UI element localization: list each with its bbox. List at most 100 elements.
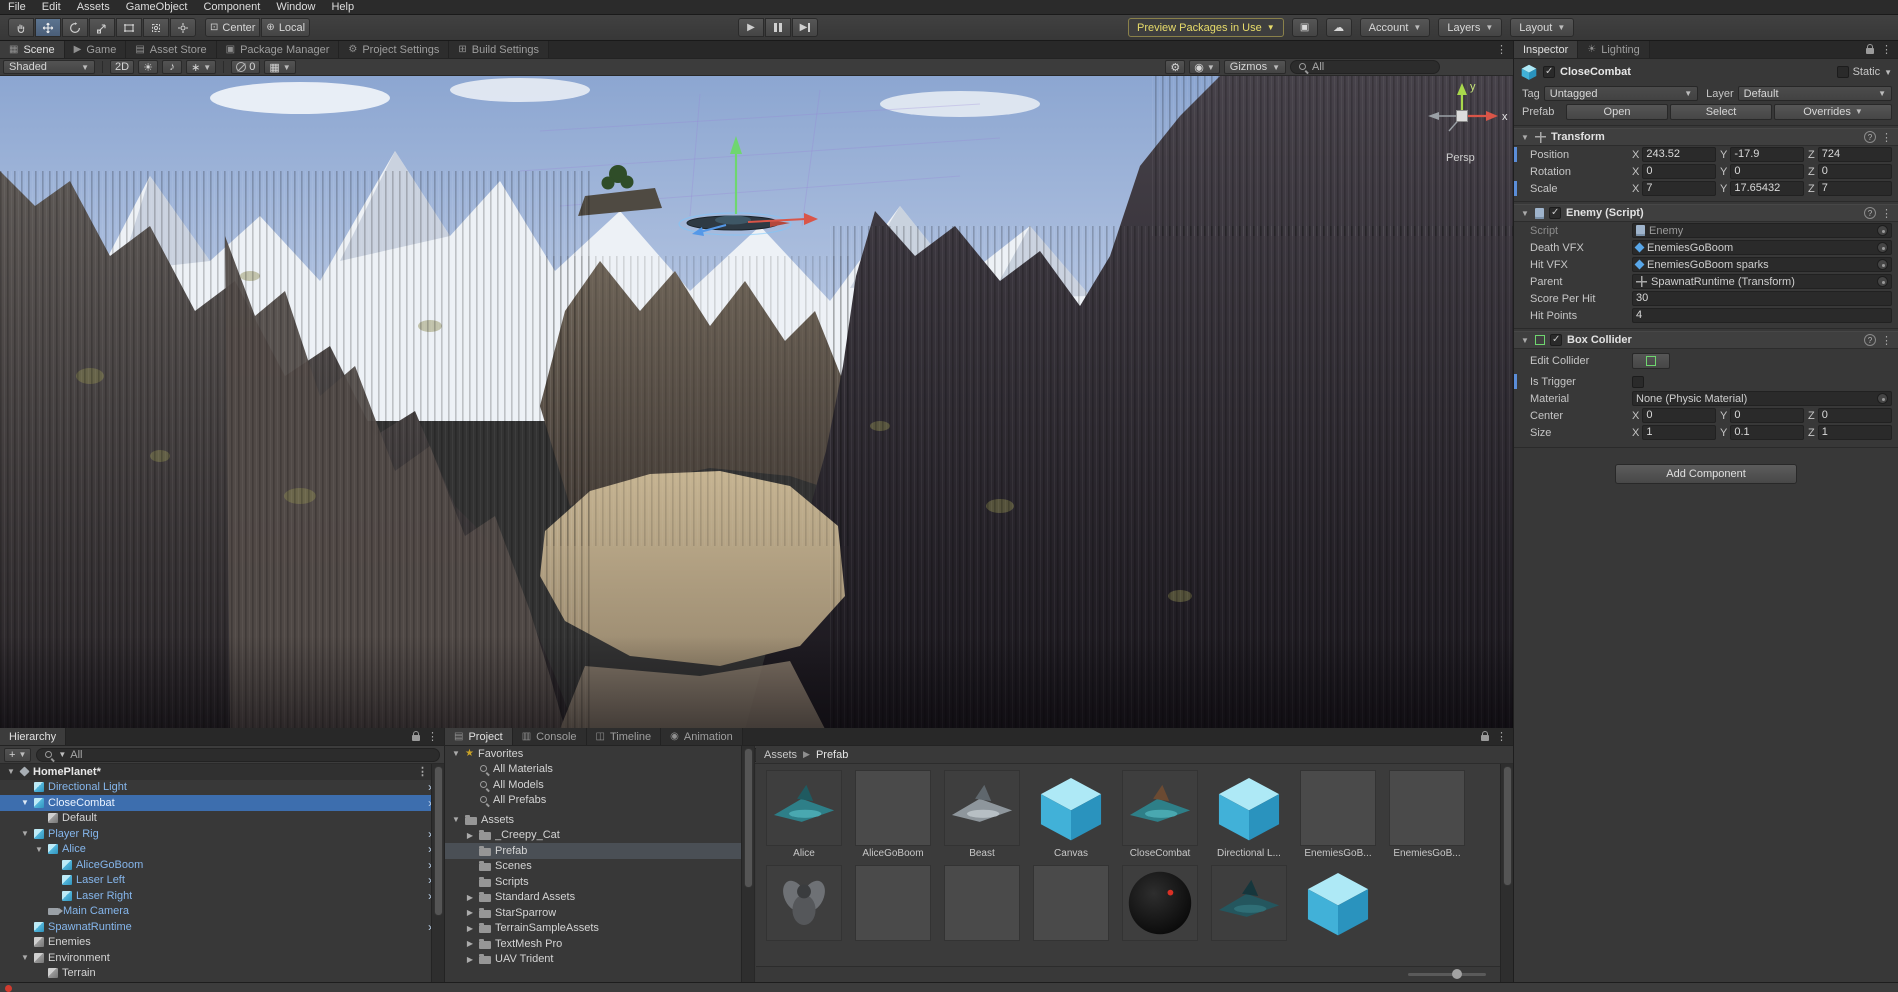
object-picker-icon[interactable] [1877,225,1888,236]
gizmos-dropdown[interactable]: Gizmos ▼ [1224,60,1286,74]
transform-component-header[interactable]: ▼ Transform ? ⋮ [1514,128,1898,146]
folder-prefab[interactable]: Prefab [445,843,754,859]
tab-game[interactable]: ▶Game [65,41,127,58]
lock-icon[interactable] [412,735,420,741]
tab-lighting[interactable]: ☀Lighting [1578,41,1650,58]
object-picker-icon[interactable] [1877,242,1888,253]
size-y-field[interactable]: 0.1 [1730,425,1804,440]
object-picker-icon[interactable] [1877,276,1888,287]
center-z-field[interactable]: 0 [1818,408,1892,423]
asset-tile[interactable] [1300,865,1376,941]
menu-window[interactable]: Window [268,1,323,13]
position-z-field[interactable]: 724 [1818,147,1892,162]
component-enabled-checkbox[interactable] [1550,334,1562,346]
folder-uav-trident[interactable]: ▶ UAV Trident [445,952,754,968]
expand-arrow-icon[interactable]: ▼ [20,798,30,807]
folder-creepy-cat[interactable]: ▶ _Creepy_Cat [445,828,754,844]
object-picker-icon[interactable] [1877,259,1888,270]
death-vfx-object-field[interactable]: EnemiesGoBoom [1632,240,1892,255]
preview-packages-button[interactable]: Preview Packages in Use ▼ [1128,18,1284,37]
script-object-field[interactable]: Enemy [1632,223,1892,238]
asset-canvas[interactable]: Canvas [1033,770,1109,859]
add-component-button[interactable]: Add Component [1615,464,1797,484]
hit-vfx-object-field[interactable]: EnemiesGoBoom sparks [1632,257,1892,272]
hand-tool-button[interactable] [8,18,34,37]
expand-arrow-icon[interactable]: ▶ [465,939,475,948]
favorite-all-materials[interactable]: All Materials [445,762,754,778]
hierarchy-item-alice[interactable]: ▼ Alice › [0,842,444,858]
asset-alice[interactable]: Alice [766,770,842,859]
play-button[interactable]: ▶ [738,18,764,37]
panel-menu-icon[interactable]: ⋮ [1881,43,1892,56]
edit-collider-button[interactable] [1632,353,1670,369]
scale-tool-button[interactable] [89,18,115,37]
layers-dropdown[interactable]: Layers ▼ [1438,18,1502,37]
tab-inspector[interactable]: Inspector [1514,41,1578,58]
active-checkbox[interactable] [1543,66,1555,78]
hierarchy-item-laser-right[interactable]: Laser Right › [0,888,444,904]
pivot-mode-button[interactable]: ⊡ Center [205,18,260,37]
layer-dropdown[interactable]: Default ▼ [1738,86,1892,101]
expand-arrow-icon[interactable]: ▼ [451,749,461,758]
hierarchy-item-enemies[interactable]: Enemies [0,935,444,951]
tab-timeline[interactable]: ◫Timeline [587,728,662,745]
scrollbar-thumb[interactable] [434,766,443,916]
scale-x-field[interactable]: 7 [1642,181,1716,196]
expand-arrow-icon[interactable]: ▼ [451,815,461,824]
menu-assets[interactable]: Assets [69,1,118,13]
hierarchy-item-laser-left[interactable]: Laser Left › [0,873,444,889]
scrollbar-thumb[interactable] [1503,766,1512,886]
expand-arrow-icon[interactable]: ▶ [465,924,475,933]
expand-arrow-icon[interactable]: ▶ [465,831,475,840]
tag-dropdown[interactable]: Untagged ▼ [1544,86,1698,101]
scale-z-field[interactable]: 7 [1818,181,1892,196]
expand-arrow-icon[interactable]: ▶ [465,955,475,964]
component-menu-icon[interactable]: ⋮ [1881,131,1892,144]
thumbnail-size-slider[interactable] [1408,973,1486,976]
size-z-field[interactable]: 1 [1818,425,1892,440]
scene-camera-button[interactable]: ◉▼ [1189,60,1220,74]
component-enabled-checkbox[interactable] [1549,207,1561,219]
asset-tile[interactable] [1033,865,1109,941]
asset-enemiesgoboom-sparks[interactable]: EnemiesGoB... [1389,770,1465,859]
scrollbar-thumb[interactable] [744,748,753,888]
rotate-tool-button[interactable] [62,18,88,37]
tab-asset-store[interactable]: ▤Asset Store [126,41,216,58]
shading-mode-dropdown[interactable]: Shaded ▼ [3,60,95,74]
folder-starsparrow[interactable]: ▶ StarSparrow [445,905,754,921]
tab-scene[interactable]: ▦Scene [0,41,65,58]
hierarchy-scrollbar[interactable] [431,764,444,982]
rect-tool-button[interactable] [116,18,142,37]
layout-dropdown[interactable]: Layout ▼ [1510,18,1574,37]
rotation-x-field[interactable]: 0 [1642,164,1716,179]
folder-standard-assets[interactable]: ▶ Standard Assets [445,890,754,906]
hierarchy-item-terrain[interactable]: Terrain [0,966,444,982]
hierarchy-search-input[interactable]: ▼ All [36,748,440,762]
assets-root[interactable]: ▼ Assets [445,812,754,828]
asset-alicegoboom[interactable]: AliceGoBoom [855,770,931,859]
axis-x-label[interactable]: x [1502,111,1508,123]
lock-icon[interactable] [1866,48,1874,54]
foldout-arrow-icon[interactable]: ▼ [1520,209,1530,218]
asset-tile[interactable] [1211,865,1287,941]
folder-tree-scrollbar[interactable] [741,746,754,982]
folder-scenes[interactable]: Scenes [445,859,754,875]
foldout-arrow-icon[interactable]: ▼ [1520,133,1530,142]
menu-file[interactable]: File [0,1,34,13]
console-error-icon[interactable] [5,985,12,992]
expand-arrow-icon[interactable]: ▶ [465,908,475,917]
tab-animation[interactable]: ◉Animation [661,728,743,745]
tab-build-settings[interactable]: ⊞Build Settings [449,41,549,58]
center-y-field[interactable]: 0 [1730,408,1804,423]
asset-closecombat[interactable]: CloseCombat [1122,770,1198,859]
object-name-field[interactable]: CloseCombat [1560,66,1832,78]
asset-tile[interactable] [1122,865,1198,941]
enemy-script-header[interactable]: ▼ Enemy (Script) ? ⋮ [1514,204,1898,222]
center-x-field[interactable]: 0 [1642,408,1716,423]
hierarchy-item-spawnatruntime[interactable]: SpawnatRuntime › [0,919,444,935]
breadcrumb-current[interactable]: Prefab [816,749,848,761]
menu-component[interactable]: Component [195,1,268,13]
component-menu-icon[interactable]: ⋮ [1881,334,1892,347]
create-object-button[interactable]: +▼ [4,748,31,762]
asset-directional-light[interactable]: Directional L... [1211,770,1287,859]
